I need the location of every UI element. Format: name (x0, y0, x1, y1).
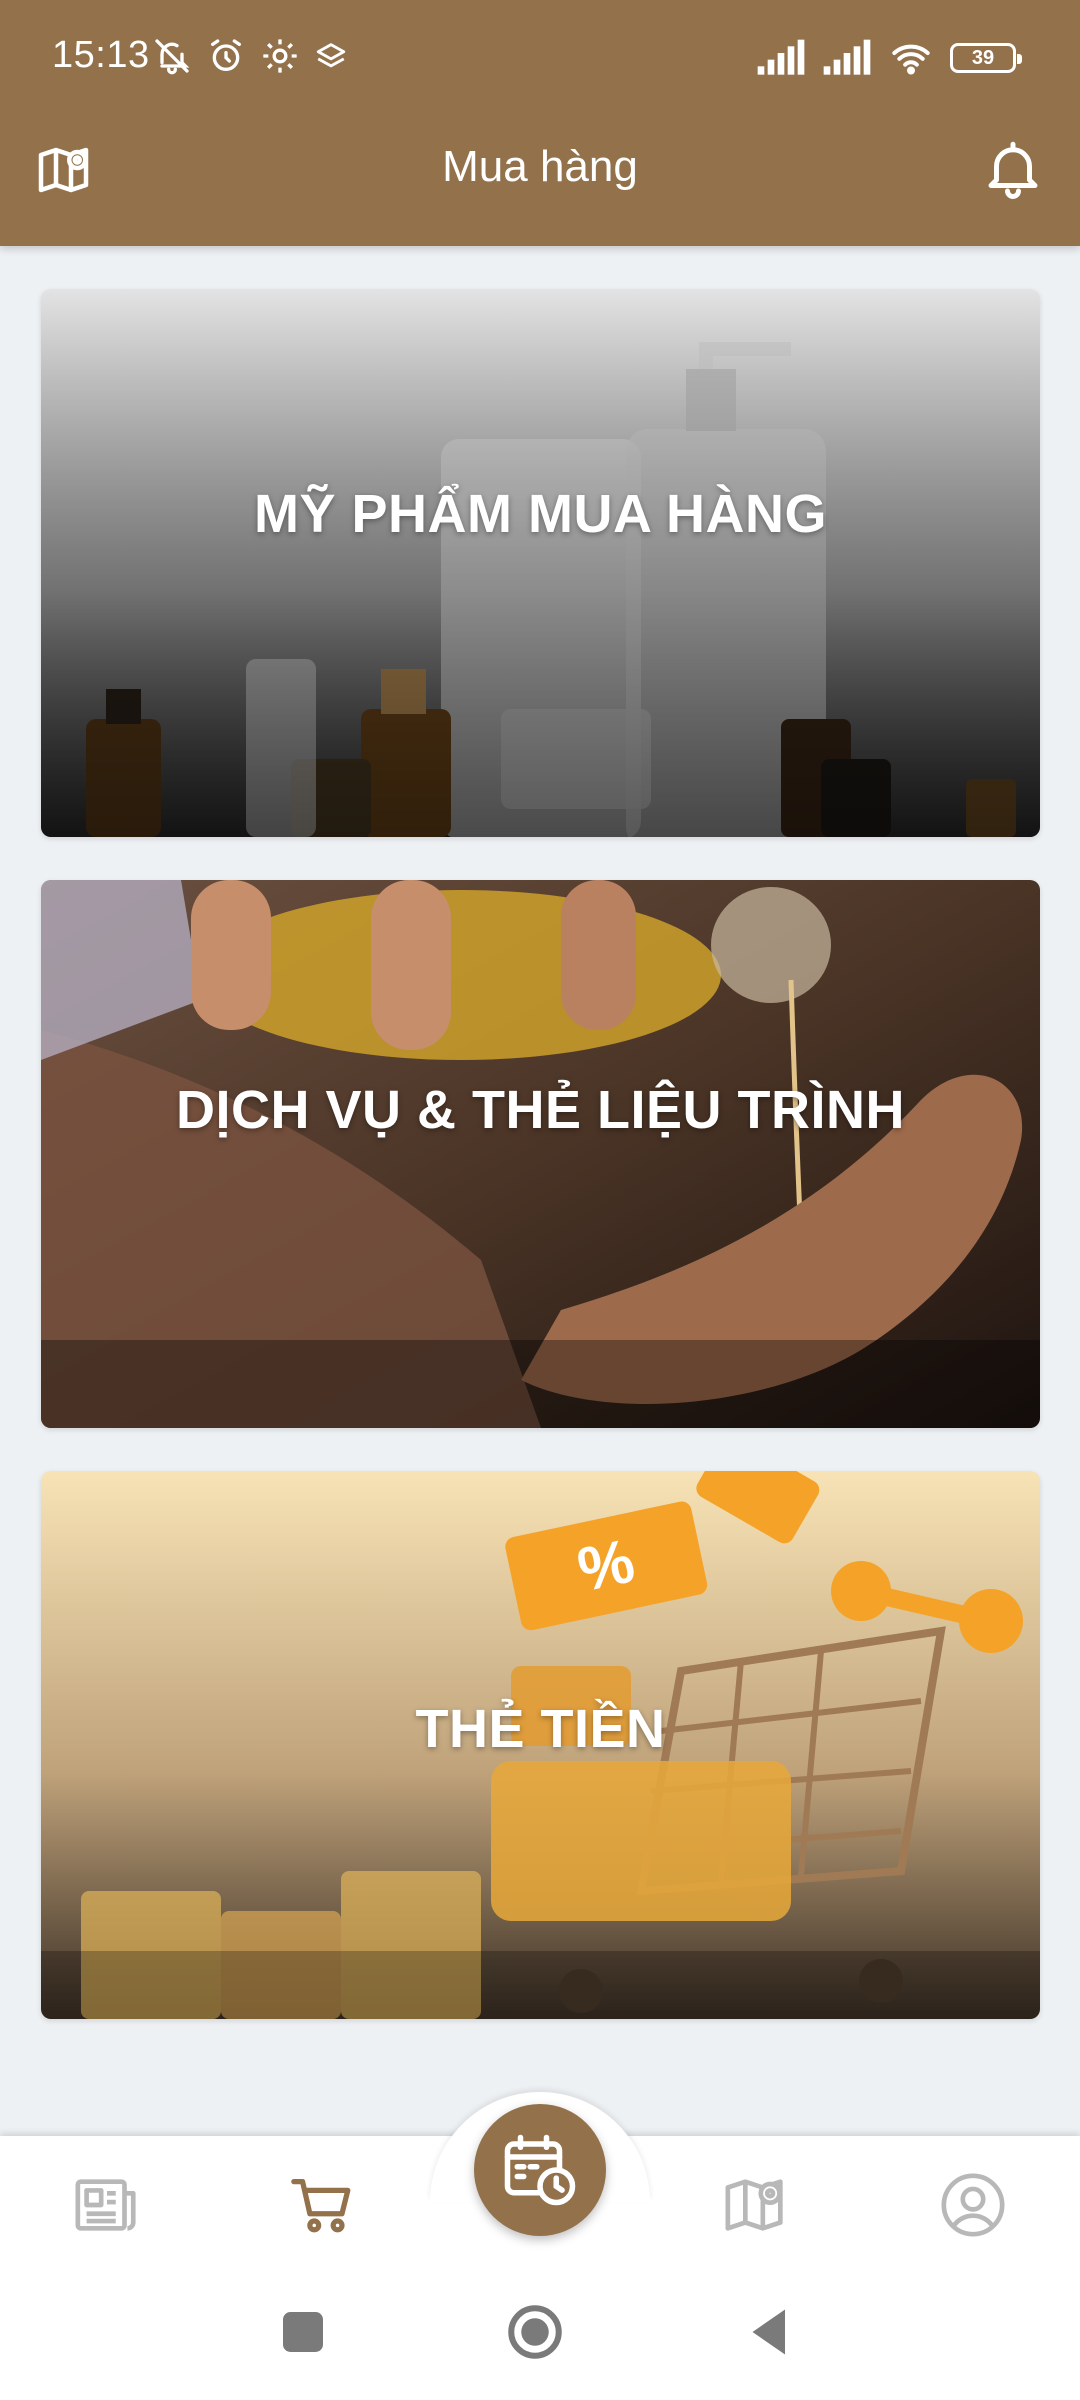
card-cash-card[interactable]: % THẺ TIỀN (41, 1471, 1040, 2019)
signal-icon (757, 39, 805, 75)
system-navigation-bar (0, 2272, 1080, 2400)
profile-icon[interactable] (938, 2170, 1008, 2240)
booking-fab[interactable] (474, 2104, 606, 2236)
card-label: MỸ PHẨM MUA HÀNG (254, 483, 827, 544)
newspaper-icon[interactable] (72, 2170, 142, 2240)
card-services[interactable]: DỊCH VỤ & THẺ LIỆU TRÌNH (41, 880, 1040, 1428)
battery-icon: 39 (950, 43, 1022, 73)
signal-icon (823, 39, 871, 75)
bell-icon[interactable] (980, 134, 1046, 204)
cart-icon[interactable] (288, 2170, 358, 2240)
layers-icon (316, 43, 346, 68)
card-cosmetics[interactable]: MỸ PHẨM MUA HÀNG (41, 289, 1040, 837)
status-bar: 15:13 39 (0, 0, 1080, 118)
wifi-icon (892, 44, 930, 75)
card-label: DỊCH VỤ & THẺ LIỆU TRÌNH (175, 1080, 905, 1141)
header: 15:13 39 Mua hàng (0, 0, 1080, 246)
page-title: Mua hàng (442, 142, 638, 191)
recent-apps-icon[interactable] (273, 2302, 333, 2362)
oil-pouring-hand-image (41, 880, 1040, 1428)
cosmetic-bottles-image (41, 289, 1040, 837)
app-bar: Mua hàng (0, 118, 1080, 246)
home-icon[interactable] (505, 2302, 565, 2362)
card-label: THẺ TIỀN (415, 1698, 666, 1759)
settings-gear-icon (263, 39, 297, 73)
back-icon[interactable] (740, 2302, 800, 2362)
alarm-icon (211, 39, 241, 71)
notifications-off-icon (155, 39, 190, 75)
battery-level: 39 (971, 46, 995, 69)
map-pin-icon[interactable] (722, 2170, 792, 2240)
status-time: 15:13 (52, 34, 150, 76)
calendar-clock-icon (504, 2134, 576, 2206)
